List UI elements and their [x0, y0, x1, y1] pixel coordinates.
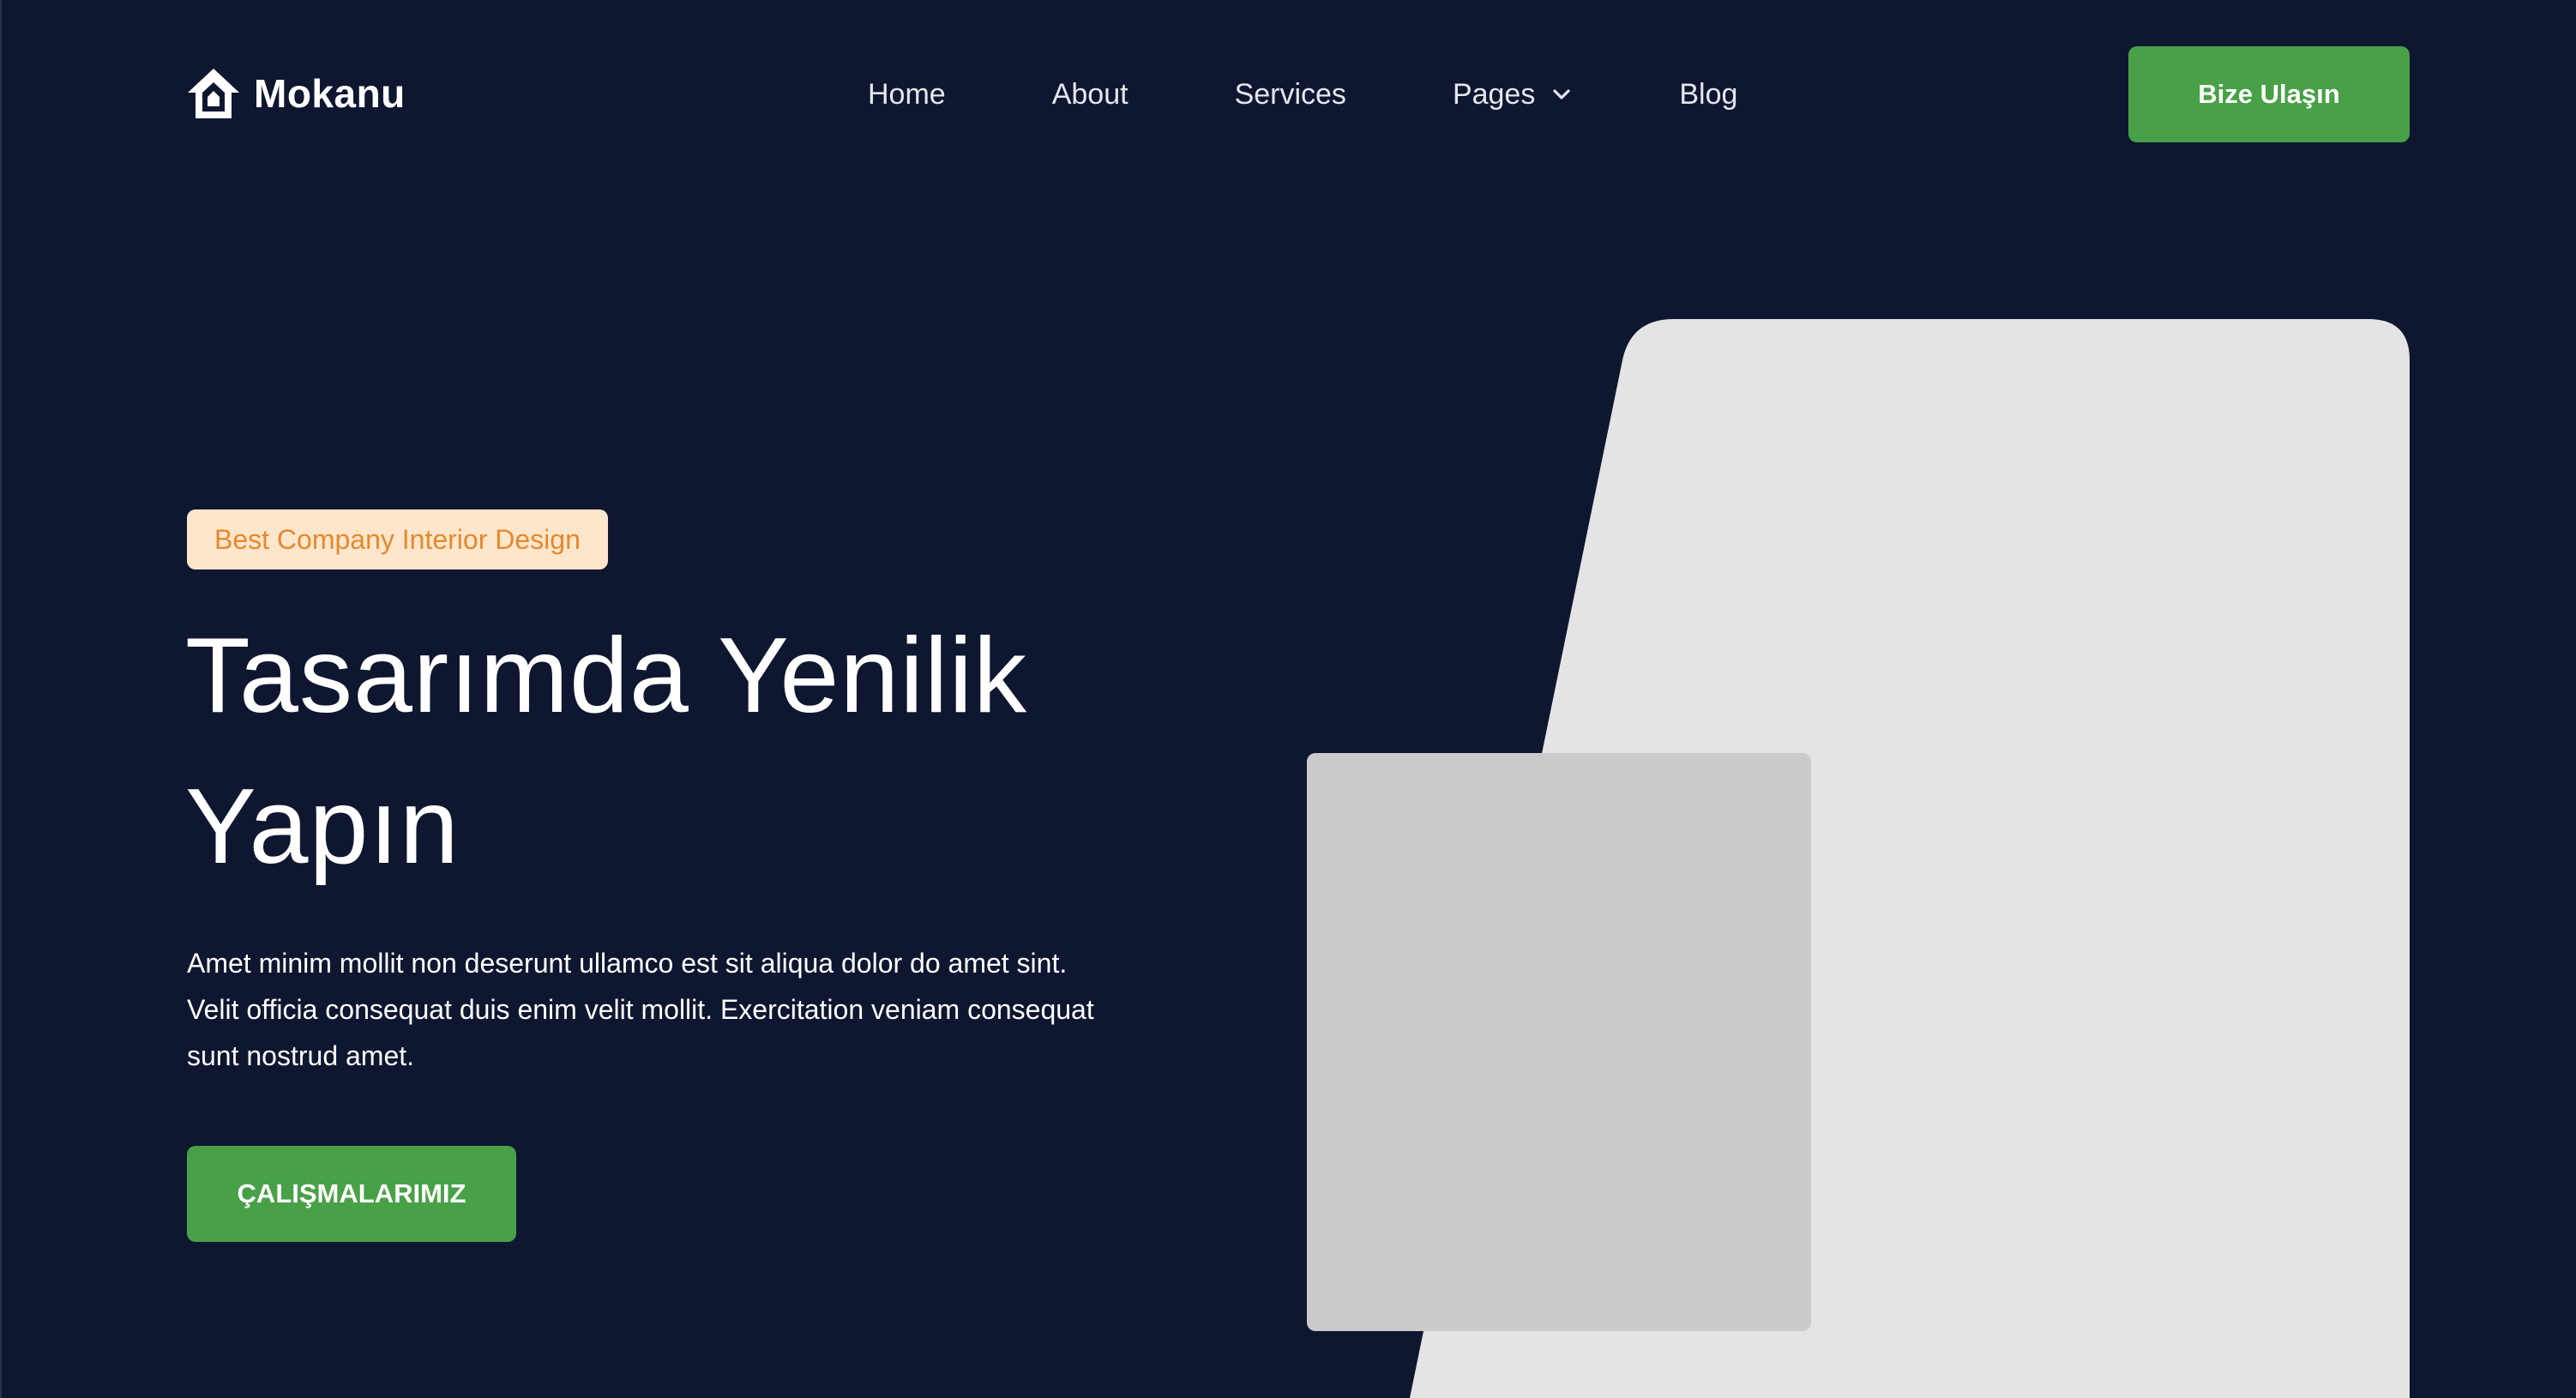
- hero-description: Amet minim mollit non deserunt ullamco e…: [187, 948, 1094, 1071]
- our-works-button[interactable]: ÇALIŞMALARIMIZ: [187, 1146, 516, 1242]
- hero-title: Tasarımda Yenilik Yapın: [185, 617, 1027, 886]
- hero-badge: Best Company Interior Design: [187, 509, 608, 569]
- hero-image-small: [1307, 753, 1811, 1331]
- landing-page: Mokanu Home About Services Pages Blog Bi…: [0, 0, 2576, 1398]
